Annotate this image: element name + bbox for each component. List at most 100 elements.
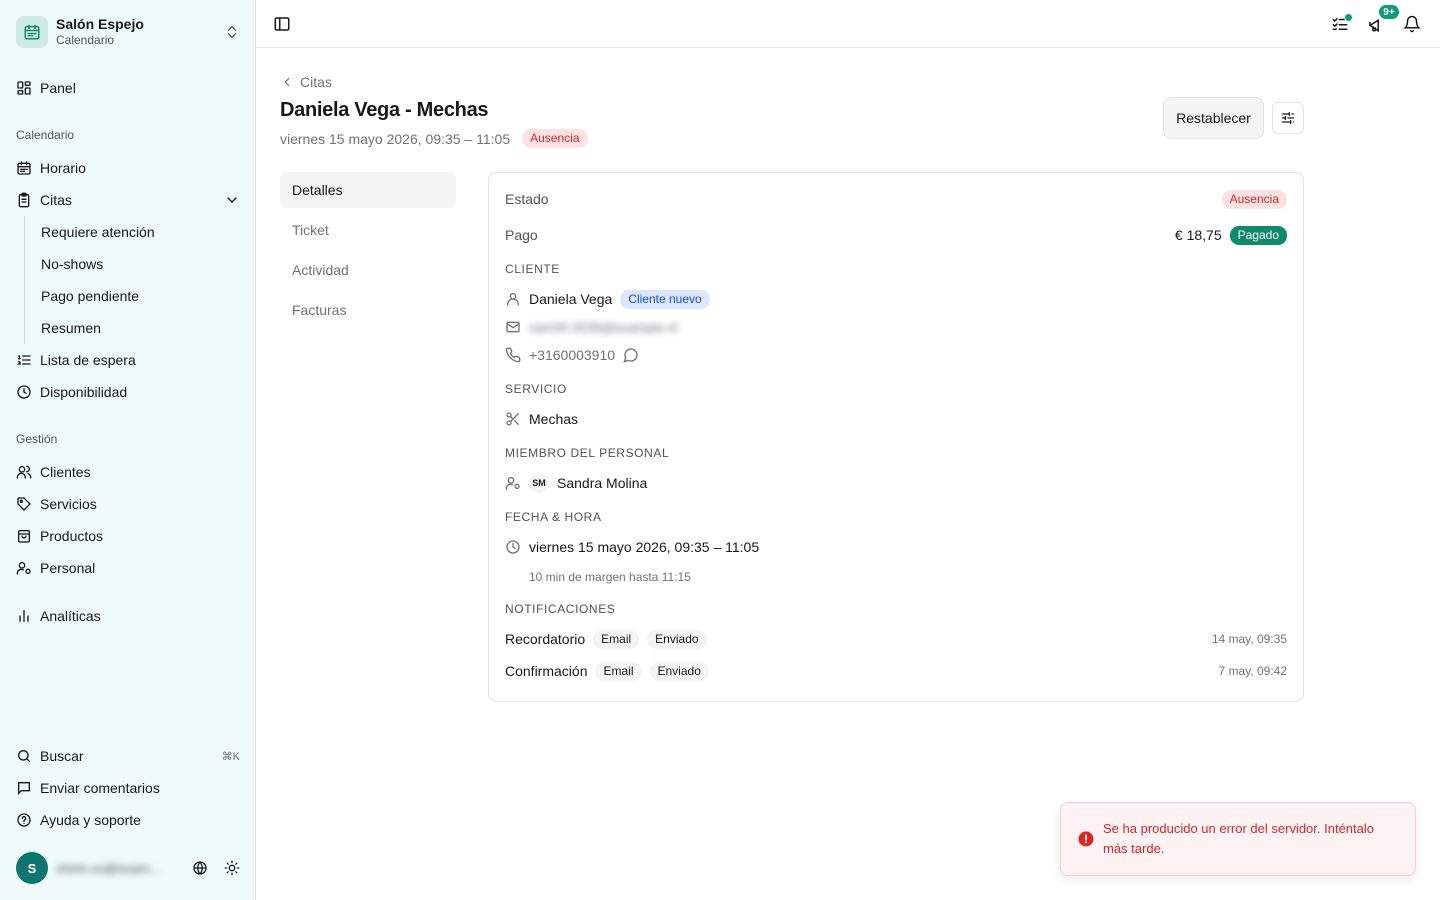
estado-badge[interactable]: Ausencia [1221, 189, 1287, 209]
sidebar-item-disponibilidad[interactable]: Disponibilidad [8, 376, 248, 408]
globe-icon[interactable] [192, 860, 208, 876]
clock-icon [16, 384, 32, 400]
sidebar-item-lista-espera[interactable]: Lista de espera [8, 344, 248, 376]
search-shortcut: ⌘K [221, 750, 240, 763]
back-link-label: Citas [300, 74, 332, 90]
notification-channel: Email [593, 629, 640, 649]
dashboard-icon [16, 80, 32, 96]
status-badge: Ausencia [522, 129, 588, 148]
user-menu[interactable]: S shirin.vo@exam... [8, 848, 248, 888]
settings-button[interactable] [1272, 102, 1304, 134]
mail-icon [505, 319, 521, 335]
cliente-email-row: xam35-3539@example.nl [505, 317, 1287, 337]
calendar-logo-icon [16, 16, 48, 48]
sidebar-item-label: Horario [40, 160, 86, 176]
estado-label: Estado [505, 191, 549, 207]
chevron-down-icon[interactable] [224, 192, 240, 208]
servicio-row: Mechas [505, 409, 1287, 429]
tab-facturas[interactable]: Facturas [280, 292, 456, 328]
notification-status: Enviado [649, 661, 709, 681]
tasks-indicator-dot [1344, 13, 1353, 22]
chevrons-up-down-icon [228, 25, 236, 39]
sidebar-item-label: Panel [40, 80, 76, 96]
notifications-button[interactable] [1398, 10, 1426, 38]
submenu-guide-line [24, 216, 25, 344]
staff-name[interactable]: Sandra Molina [557, 475, 647, 491]
user-icon [505, 291, 521, 307]
notification-row: Recordatorio Email Enviado 14 may, 09:35 [505, 629, 1287, 649]
sidebar-item-help[interactable]: Ayuda y soporte [8, 804, 248, 836]
sidebar-item-label: Lista de espera [40, 352, 136, 368]
toggle-sidebar-button[interactable] [268, 10, 296, 38]
servicio-name[interactable]: Mechas [529, 411, 578, 427]
pago-row: Pago € 18,75 Pagado [505, 225, 1287, 245]
sidebar-item-label: Personal [40, 560, 96, 576]
fecha-row: viernes 15 mayo 2026, 09:35 – 11:05 [505, 537, 1287, 557]
sidebar-item-productos[interactable]: Productos [8, 520, 248, 552]
sidebar-item-clientes[interactable]: Clientes [8, 456, 248, 488]
tasks-button[interactable] [1326, 10, 1354, 38]
fecha-value: viernes 15 mayo 2026, 09:35 – 11:05 [529, 539, 760, 555]
notification-row: Confirmación Email Enviado 7 may, 09:42 [505, 661, 1287, 681]
tab-actividad[interactable]: Actividad [280, 252, 456, 288]
servicio-heading: SERVICIO [505, 382, 567, 396]
notification-time: 14 may, 09:35 [1211, 632, 1287, 646]
cliente-heading: CLIENTE [505, 262, 560, 276]
users-icon [16, 464, 32, 480]
main-content: 9+ Citas Daniela Vega - Mechas viernes 1… [256, 0, 1440, 900]
notification-type: Recordatorio [505, 631, 586, 647]
sidebar-item-horario[interactable]: Horario [8, 152, 248, 184]
cliente-email[interactable]: xam35-3539@example.nl [529, 320, 677, 335]
notification-channel: Email [595, 661, 642, 681]
appointment-datetime: viernes 15 mayo 2026, 09:35 – 11:05 [280, 130, 511, 147]
workspace-name: Salón Espejo [56, 16, 144, 32]
sidebar-item-citas[interactable]: Citas [8, 184, 248, 216]
sidebar-item-personal[interactable]: Personal [8, 552, 248, 584]
sidebar-item-servicios[interactable]: Servicios [8, 488, 248, 520]
back-link[interactable]: Citas [280, 74, 332, 90]
sidebar-subitem-resumen[interactable]: Resumen [33, 314, 240, 342]
error-toast[interactable]: Se ha producido un error del servidor. I… [1060, 802, 1416, 876]
cliente-nuevo-badge: Cliente nuevo [620, 289, 710, 309]
reset-button[interactable]: Restablecer [1163, 97, 1264, 139]
tab-detalles[interactable]: Detalles [280, 172, 456, 208]
sidebar: Salón Espejo Calendario Panel Calendario… [0, 0, 256, 900]
error-toast-message: Se ha producido un error del servidor. I… [1103, 821, 1375, 856]
tab-ticket[interactable]: Ticket [280, 212, 456, 248]
notification-type: Confirmación [505, 663, 588, 679]
topbar: 9+ [256, 0, 1440, 48]
page-title: Daniela Vega - Mechas [280, 99, 489, 121]
sidebar-item-panel[interactable]: Panel [8, 72, 248, 104]
sidebar-item-feedback[interactable]: Enviar comentarios [8, 772, 248, 804]
staff-avatar: SM [529, 473, 549, 493]
sidebar-item-label: Clientes [40, 464, 91, 480]
sidebar-item-buscar[interactable]: Buscar ⌘K [8, 740, 248, 772]
user-cog-icon [505, 475, 521, 491]
alert-circle-icon [1077, 830, 1095, 848]
tag-icon [16, 496, 32, 512]
workspace-switcher[interactable]: Salón Espejo Calendario [8, 8, 248, 56]
details-card: Estado Ausencia Pago € 18,75 Pagado CLIE… [488, 172, 1304, 702]
fecha-margin: 10 min de margen hasta 11:15 [529, 570, 691, 584]
fecha-margin-row: 10 min de margen hasta 11:15 [505, 569, 1287, 585]
calendar-icon [16, 160, 32, 176]
bell-icon [1403, 15, 1421, 33]
cliente-row: Daniela Vega Cliente nuevo [505, 289, 1287, 309]
nav-group-management: Gestión [16, 432, 58, 446]
sidebar-subitem-pago-pendiente[interactable]: Pago pendiente [33, 282, 240, 310]
message-circle-icon[interactable] [623, 347, 639, 363]
sun-icon[interactable] [224, 860, 240, 876]
cliente-phone[interactable]: +3160003910 [529, 347, 615, 363]
pago-status-badge: Pagado [1229, 225, 1287, 245]
sidebar-subitem-no-shows[interactable]: No-shows [33, 250, 240, 278]
workspace-subtitle: Calendario [56, 33, 115, 47]
sidebar-item-label: Disponibilidad [40, 384, 128, 400]
message-square-icon [16, 780, 32, 796]
cliente-name[interactable]: Daniela Vega [529, 291, 612, 307]
sidebar-subitem-requiere-atencion[interactable]: Requiere atención [33, 218, 240, 246]
avatar[interactable]: S [16, 852, 48, 884]
staff-heading: MIEMBRO DEL PERSONAL [505, 446, 670, 460]
sidebar-item-analiticas[interactable]: Analíticas [8, 600, 248, 632]
announcements-button[interactable]: 9+ [1362, 4, 1400, 38]
clock-icon [505, 539, 521, 555]
